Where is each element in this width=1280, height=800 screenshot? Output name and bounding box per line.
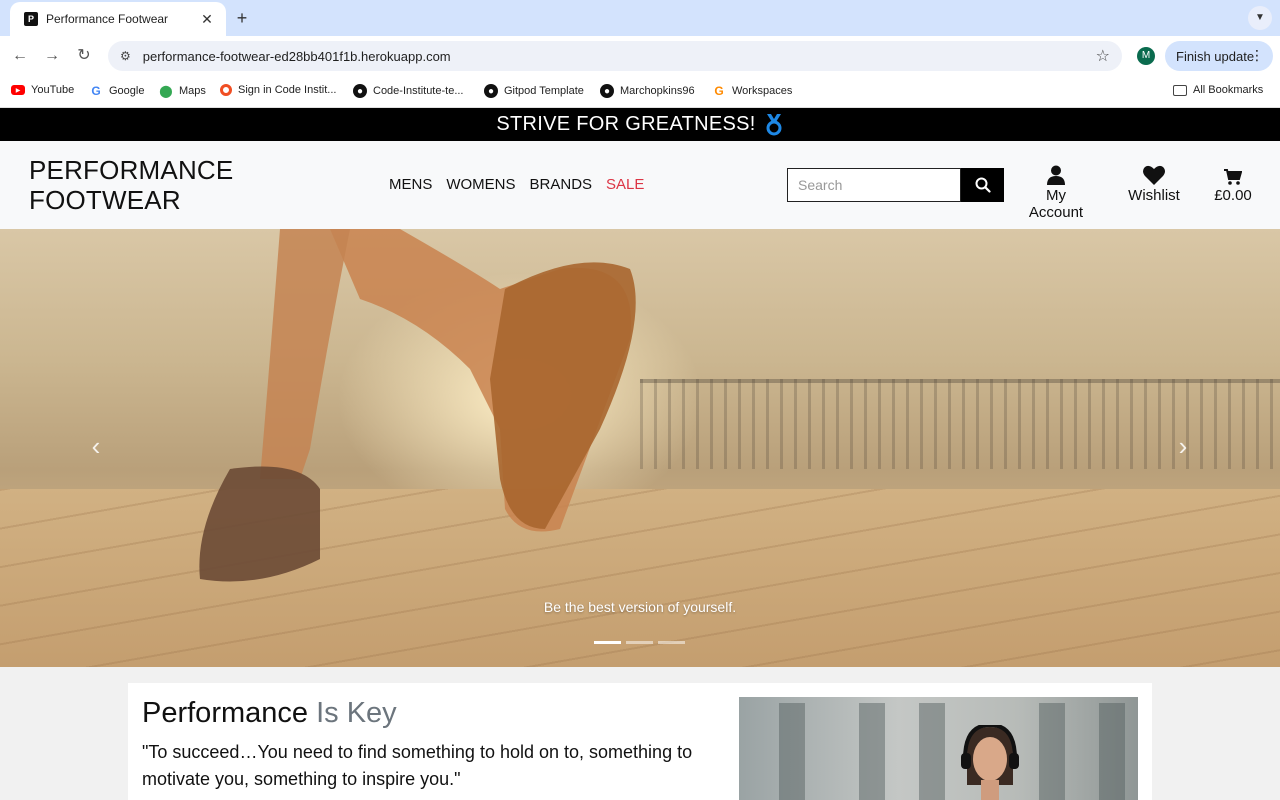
athlete-photo: [739, 697, 1138, 800]
basket-total: £0.00: [1214, 187, 1252, 204]
nav-womens[interactable]: WOMENS: [446, 176, 515, 193]
tab-title: Performance Footwear: [46, 12, 169, 26]
finish-update-label: Finish update: [1176, 48, 1255, 64]
carousel-indicator-2[interactable]: [626, 641, 653, 644]
browser-toolbar: ← → ↻ ⚙ performance-footwear-ed28bb401f1…: [0, 36, 1280, 76]
search-button[interactable]: [961, 168, 1004, 202]
nav-mens[interactable]: MENS: [389, 176, 432, 193]
bookmark-label: Sign in Code Instit...: [238, 84, 337, 96]
maps-pin-icon: ⬤: [159, 84, 173, 98]
code-institute-icon: [220, 84, 232, 96]
github-icon: ●: [353, 84, 367, 98]
heading-main: Performance: [142, 697, 309, 729]
back-arrow-icon[interactable]: ←: [8, 44, 32, 68]
photo-window: [859, 703, 885, 800]
carousel-next-chevron-icon[interactable]: ›: [1173, 433, 1193, 459]
logo-line-2: FOOTWEAR: [29, 185, 181, 215]
forward-arrow-icon[interactable]: →: [40, 44, 64, 68]
site-settings-icon[interactable]: ⚙: [120, 49, 131, 63]
bookmark-gitpod-template[interactable]: ● Gitpod Template: [484, 84, 584, 98]
reload-icon[interactable]: ↻: [72, 44, 96, 68]
all-bookmarks-button[interactable]: All Bookmarks: [1173, 84, 1263, 96]
profile-avatar[interactable]: M: [1137, 47, 1155, 65]
bookmark-label: YouTube: [31, 84, 75, 96]
banner-text: STRIVE FOR GREATNESS!: [496, 113, 756, 135]
bookmark-code-institute-signin[interactable]: Sign in Code Instit...: [220, 84, 336, 96]
bookmark-google[interactable]: G Google: [89, 84, 144, 98]
finish-update-button[interactable]: Finish update ⋮: [1165, 41, 1273, 71]
url-text[interactable]: performance-footwear-ed28bb401f1b.heroku…: [143, 49, 1096, 64]
my-account-link[interactable]: My Account: [1018, 163, 1094, 221]
main-nav: MENS WOMENS BRANDS SALE: [389, 176, 644, 193]
bookmark-code-institute-template[interactable]: ● Code-Institute-te...: [353, 84, 464, 98]
youtube-icon: ▶: [11, 85, 25, 95]
site-logo[interactable]: PERFORMANCE FOOTWEAR: [29, 155, 233, 215]
photo-window: [919, 703, 945, 800]
my-account-label: My Account: [1028, 187, 1084, 221]
nav-brands[interactable]: BRANDS: [530, 176, 593, 193]
woman-with-headphones-image: [961, 725, 1019, 800]
carousel-indicator-1[interactable]: [594, 641, 621, 644]
browser-tabstrip: P Performance Footwear ✕ + ▼: [0, 0, 1280, 36]
github-icon: ●: [484, 84, 498, 98]
photo-window: [1039, 703, 1065, 800]
carousel-caption: Be the best version of yourself.: [543, 599, 737, 615]
wishlist-label: Wishlist: [1128, 187, 1180, 204]
promo-banner: STRIVE FOR GREATNESS!: [0, 108, 1280, 141]
bookmark-label: Google: [109, 85, 145, 97]
google-icon: G: [91, 84, 101, 98]
address-bar[interactable]: ⚙ performance-footwear-ed28bb401f1b.hero…: [108, 41, 1122, 71]
nav-sale[interactable]: SALE: [606, 176, 644, 193]
site-header: PERFORMANCE FOOTWEAR MENS WOMENS BRANDS …: [0, 141, 1280, 229]
wishlist-link[interactable]: Wishlist: [1127, 163, 1181, 204]
carousel-indicator-3[interactable]: [658, 641, 685, 644]
carousel-indicators: [594, 641, 685, 644]
performance-section: Performance Is Key "To succeed…You need …: [128, 683, 1152, 800]
new-tab-icon[interactable]: +: [232, 6, 252, 30]
photo-window: [779, 703, 805, 800]
bookmark-label: Gitpod Template: [504, 85, 584, 97]
section-heading: Performance Is Key: [142, 697, 397, 730]
carousel-prev-chevron-icon[interactable]: ‹: [86, 433, 106, 459]
bookmark-label: Workspaces: [732, 85, 793, 97]
medal-icon: [764, 113, 784, 136]
all-bookmarks-label: All Bookmarks: [1193, 84, 1264, 96]
gitpod-icon: G: [714, 84, 724, 98]
basket-link[interactable]: £0.00: [1212, 163, 1254, 204]
bookmark-label: Marchopkins96: [620, 85, 695, 97]
heading-muted: Is Key: [316, 697, 397, 729]
user-icon: [1018, 163, 1094, 185]
bookmark-maps[interactable]: ⬤ Maps: [159, 84, 206, 98]
inspirational-quote: "To succeed…You need to find something t…: [142, 742, 693, 789]
bookmark-marchopkins96[interactable]: ● Marchopkins96: [600, 84, 695, 98]
search-input[interactable]: [787, 168, 961, 202]
hero-carousel: ‹ › Be the best version of yourself.: [0, 229, 1280, 667]
photo-window: [1099, 703, 1125, 800]
logo-line-1: PERFORMANCE: [29, 155, 234, 185]
bookmarks-bar: ▶ YouTube G Google ⬤ Maps Sign in Code I…: [0, 76, 1280, 108]
bookmark-label: Code-Institute-te...: [373, 85, 464, 97]
site-favicon-icon: P: [24, 12, 38, 26]
heart-icon: [1127, 163, 1181, 185]
bookmark-label: Maps: [179, 85, 206, 97]
bookmark-star-icon[interactable]: ☆: [1096, 46, 1110, 66]
shopping-cart-icon: [1212, 163, 1254, 185]
bookmark-youtube[interactable]: ▶ YouTube: [11, 84, 74, 96]
folder-icon: [1173, 84, 1187, 96]
bookmark-workspaces[interactable]: G Workspaces: [712, 84, 792, 98]
close-tab-icon[interactable]: ✕: [198, 11, 216, 28]
search-icon: [975, 177, 991, 193]
tab-search-chevron-icon[interactable]: ▼: [1248, 6, 1272, 30]
github-icon: ●: [600, 84, 614, 98]
menu-dots-icon[interactable]: ⋮: [1250, 48, 1264, 62]
browser-tab[interactable]: P Performance Footwear ✕: [10, 2, 226, 36]
